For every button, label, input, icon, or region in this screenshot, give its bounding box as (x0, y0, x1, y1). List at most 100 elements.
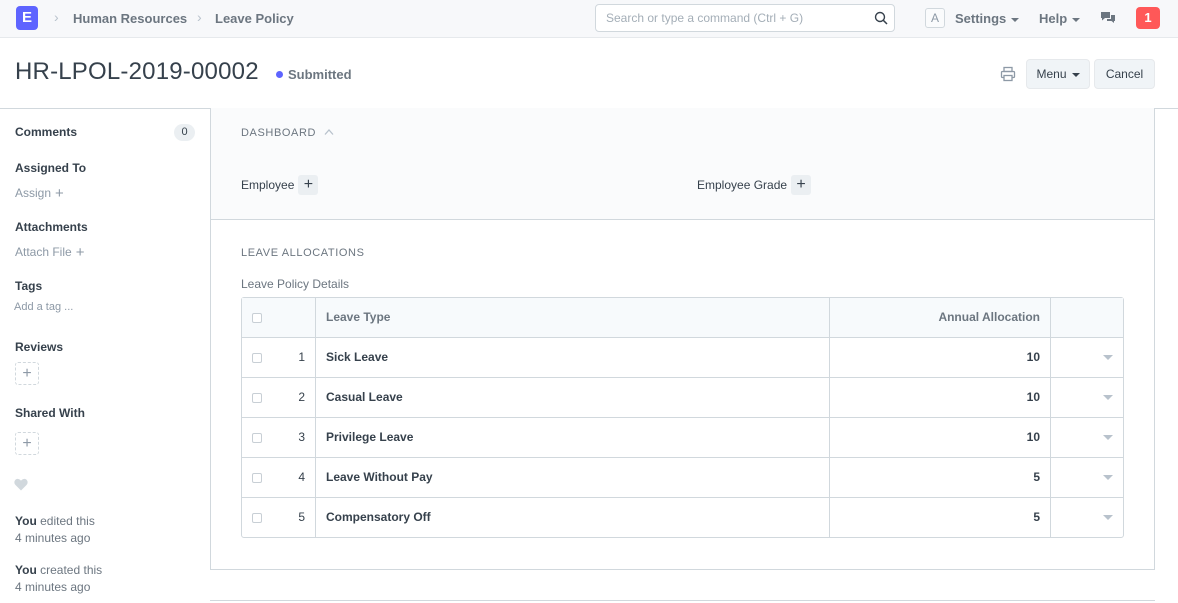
leave-type-cell[interactable]: Casual Leave (315, 378, 829, 417)
assign-label: Assign (15, 186, 52, 200)
menu-label: Menu (1036, 67, 1067, 81)
leave-type-cell[interactable]: Leave Without Pay (315, 458, 829, 497)
heart-icon[interactable] (14, 478, 28, 491)
attach-file-link[interactable]: Attach File + (15, 243, 85, 261)
settings-dropdown[interactable]: Settings (955, 11, 1020, 26)
user-avatar[interactable]: A (925, 8, 945, 28)
select-all-cell (242, 298, 282, 337)
menu-button[interactable]: Menu (1026, 59, 1090, 89)
caret-down-icon (1072, 17, 1081, 22)
assign-link[interactable]: Assign + (15, 184, 64, 202)
caret-down-icon[interactable] (1103, 355, 1113, 360)
breadcrumb-leave-policy[interactable]: Leave Policy (215, 11, 294, 26)
plus-icon[interactable]: + (298, 175, 319, 195)
status-label: Submitted (288, 67, 352, 82)
table-row[interactable]: 5 Compensatory Off 5 (242, 497, 1123, 537)
leave-policy-details-table: Leave Type Annual Allocation 1 Sick Leav… (241, 297, 1124, 538)
row-checkbox[interactable] (252, 353, 262, 363)
comments-count-badge: 0 (174, 124, 195, 141)
leave-policy-details-label: Leave Policy Details (241, 277, 350, 291)
form-layout: DASHBOARD Employee + Employee Grade + LEAV… (210, 108, 1155, 570)
page-title: HR-LPOL-2019-00002 (15, 58, 259, 85)
timeline-user[interactable]: You (15, 514, 37, 528)
row-index: 4 (298, 470, 305, 484)
breadcrumb-chevron-icon: › (54, 9, 59, 25)
annual-allocation-cell[interactable]: 10 (829, 418, 1050, 457)
edit-header (1050, 298, 1124, 337)
dashboard-link-employee[interactable]: Employee + (241, 175, 319, 196)
app-logo[interactable]: E (16, 6, 38, 30)
search-icon[interactable] (874, 11, 888, 25)
row-check-cell (242, 338, 282, 377)
timeline-user[interactable]: You (15, 563, 37, 577)
timeline-item: You created this 4 minutes ago (15, 562, 102, 596)
leave-type-cell[interactable]: Sick Leave (315, 338, 829, 377)
notification-badge[interactable]: 1 (1136, 7, 1160, 29)
select-all-checkbox[interactable] (252, 313, 262, 323)
caret-down-icon[interactable] (1103, 395, 1113, 400)
row-index: 1 (298, 350, 305, 364)
row-check-cell (242, 498, 282, 537)
attachments-label: Attachments (15, 220, 88, 234)
caret-down-icon[interactable] (1103, 435, 1113, 440)
row-check-cell (242, 458, 282, 497)
table-row[interactable]: 4 Leave Without Pay 5 (242, 457, 1123, 497)
annual-allocation-cell[interactable]: 10 (829, 338, 1050, 377)
annual-allocation-cell[interactable]: 10 (829, 378, 1050, 417)
table-header-row: Leave Type Annual Allocation (242, 298, 1123, 337)
annual-allocation-header: Annual Allocation (829, 298, 1050, 337)
divider (210, 600, 1155, 601)
help-label: Help (1039, 11, 1068, 26)
table-row[interactable]: 2 Casual Leave 10 (242, 377, 1123, 417)
dashboard-heading[interactable]: DASHBOARD (241, 127, 316, 139)
comments-label[interactable]: Comments (15, 125, 77, 139)
help-dropdown[interactable]: Help (1039, 11, 1081, 26)
row-edit-cell[interactable] (1050, 498, 1124, 537)
leave-type-cell[interactable]: Compensatory Off (315, 498, 829, 537)
row-checkbox[interactable] (252, 513, 262, 523)
add-share-button[interactable]: + (15, 432, 39, 455)
search-bar (595, 4, 895, 32)
row-index: 5 (298, 510, 305, 524)
leave-allocations-heading: LEAVE ALLOCATIONS (241, 247, 365, 259)
leave-type-cell[interactable]: Privilege Leave (315, 418, 829, 457)
reviews-label: Reviews (15, 340, 64, 354)
print-icon[interactable] (1000, 66, 1016, 82)
caret-down-icon[interactable] (1103, 515, 1113, 520)
row-checkbox[interactable] (252, 433, 262, 443)
timeline-item: You edited this 4 minutes ago (15, 513, 95, 547)
table-row[interactable]: 3 Privilege Leave 10 (242, 417, 1123, 457)
timeline-action: edited this (40, 514, 95, 528)
plus-icon[interactable]: + (791, 175, 812, 195)
dashboard-section: DASHBOARD Employee + Employee Grade + (211, 108, 1154, 220)
search-input[interactable] (596, 5, 866, 31)
settings-label: Settings (955, 11, 1007, 26)
add-review-button[interactable]: + (15, 362, 39, 385)
row-edit-cell[interactable] (1050, 458, 1124, 497)
row-checkbox[interactable] (252, 393, 262, 403)
row-index: 2 (298, 390, 305, 404)
caret-down-icon[interactable] (1103, 475, 1113, 480)
row-edit-cell[interactable] (1050, 338, 1124, 377)
status-dot-icon (276, 71, 283, 79)
annual-allocation-cell[interactable]: 5 (829, 458, 1050, 497)
status-indicator: Submitted (276, 67, 352, 82)
add-tag-link[interactable]: Add a tag ... (14, 301, 73, 313)
chat-icon[interactable] (1100, 10, 1116, 26)
cancel-button[interactable]: Cancel (1094, 59, 1155, 89)
dashboard-link-employee-grade[interactable]: Employee Grade + (697, 175, 812, 196)
row-edit-cell[interactable] (1050, 378, 1124, 417)
assigned-to-label: Assigned To (15, 161, 87, 175)
chevron-up-icon[interactable] (324, 128, 334, 136)
caret-down-icon (1011, 17, 1020, 22)
dashboard-link-label: Employee (241, 178, 295, 193)
annual-allocation-cell[interactable]: 5 (829, 498, 1050, 537)
row-edit-cell[interactable] (1050, 418, 1124, 457)
row-checkbox[interactable] (252, 473, 262, 483)
plus-icon: + (75, 244, 85, 261)
timeline-action: created this (40, 563, 103, 577)
index-header (282, 298, 315, 337)
table-row[interactable]: 1 Sick Leave 10 (242, 337, 1123, 377)
breadcrumb-human-resources[interactable]: Human Resources (73, 11, 187, 26)
timeline-time: 4 minutes ago (15, 580, 91, 594)
